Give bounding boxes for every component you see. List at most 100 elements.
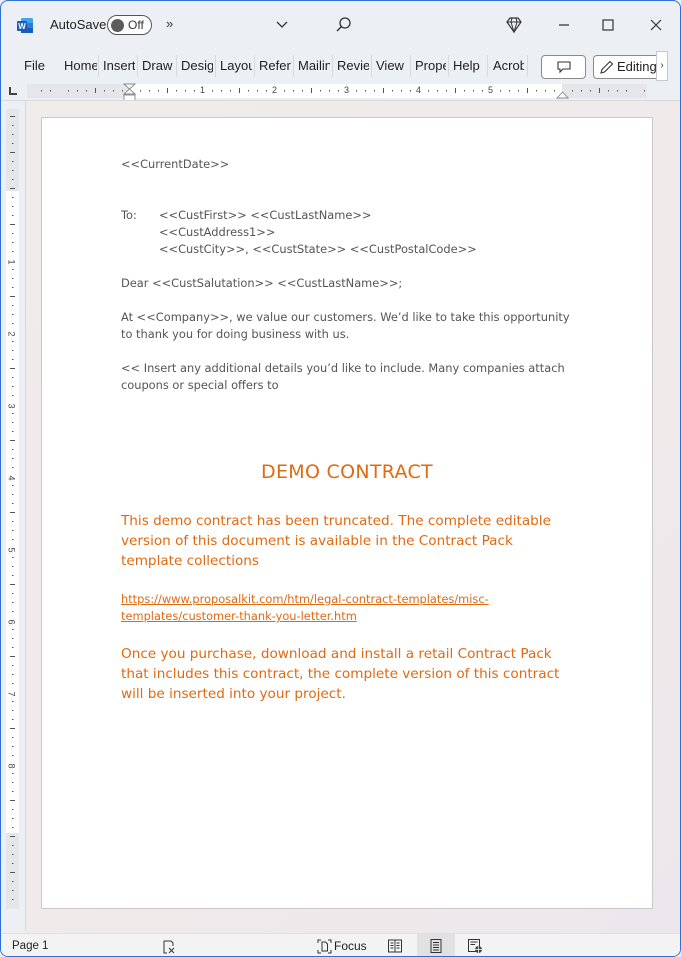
ruler-number: 7 <box>6 691 17 697</box>
ruler-tick <box>12 773 14 774</box>
ruler-tick <box>10 728 15 729</box>
ribbon-scroll-right-button[interactable]: › <box>656 51 668 81</box>
tab-mailings[interactable]: Mailings <box>298 57 330 75</box>
ruler-tick <box>12 422 14 423</box>
ruler-number: 3 <box>6 403 17 409</box>
ruler-tick <box>12 467 14 468</box>
title-bar: W AutoSave Off » <box>1 1 680 49</box>
current-date-field[interactable]: <<CurrentDate>> <box>121 156 229 173</box>
ruler-tick <box>12 818 14 819</box>
ruler-tick <box>12 395 14 396</box>
ruler-tick <box>320 90 321 92</box>
ruler-tick <box>158 90 159 92</box>
ruler-tick <box>12 557 14 558</box>
autosave-toggle[interactable]: Off <box>107 15 152 35</box>
print-layout-button[interactable] <box>417 934 455 956</box>
page-number-indicator[interactable]: Page 1 <box>12 940 48 952</box>
minimize-icon[interactable] <box>554 15 574 35</box>
maximize-icon[interactable] <box>598 15 618 35</box>
ruler-tick <box>12 251 14 252</box>
ruler-tick <box>12 845 14 846</box>
ruler-tick <box>392 90 393 92</box>
more-commands-button[interactable]: » <box>166 16 173 31</box>
ruler-tick <box>12 287 14 288</box>
ruler-tick <box>545 90 546 92</box>
ruler-tick <box>12 125 14 126</box>
ruler-tick <box>12 674 14 675</box>
body-paragraph-line[interactable]: << Insert any additional details you’d l… <box>121 360 565 377</box>
ruler-tick <box>12 314 14 315</box>
chevron-down-icon[interactable] <box>273 15 291 33</box>
ruler-tick <box>554 90 555 92</box>
autosave-label: AutoSave <box>50 17 107 32</box>
ruler-tick <box>12 755 14 756</box>
ruler-tick <box>12 602 14 603</box>
proofing-icon[interactable] <box>161 939 177 955</box>
demo-contract-title: DEMO CONTRACT <box>261 461 433 483</box>
ruler-number: 5 <box>488 85 494 95</box>
pencil-icon <box>600 60 614 74</box>
ruler-tick <box>365 90 366 92</box>
body-paragraph-line[interactable]: At <<Company>>, we value our customers. … <box>121 309 570 326</box>
horizontal-ruler[interactable]: 1 2 3 4 5 <box>1 83 680 102</box>
body-paragraph-line[interactable]: to thank you for doing business with us. <box>121 326 349 343</box>
ruler-tick <box>86 90 87 92</box>
ruler-tick <box>10 188 15 189</box>
tab-properties[interactable]: Properties <box>415 57 446 75</box>
ruler-number: 4 <box>6 475 17 481</box>
product-link[interactable]: templates/customer-thank-you-letter.htm <box>121 608 357 625</box>
ruler-tick <box>12 539 14 540</box>
tab-help[interactable]: Help <box>453 57 483 75</box>
demo-notice-line: template collections <box>121 553 259 569</box>
ruler-tick <box>12 494 14 495</box>
ruler-tick <box>10 296 15 297</box>
tab-home[interactable]: Home <box>64 57 97 75</box>
tab-review[interactable]: Review <box>337 57 369 75</box>
ruler-tick <box>12 854 14 855</box>
tab-references[interactable]: References <box>259 57 291 75</box>
comments-button[interactable] <box>541 55 586 79</box>
right-indent-marker[interactable] <box>556 89 569 99</box>
tab-view[interactable]: View <box>376 57 406 75</box>
diamond-icon[interactable] <box>504 15 524 35</box>
ruler-tick <box>599 88 600 93</box>
close-icon[interactable] <box>646 15 666 35</box>
ruler-tick <box>176 90 177 92</box>
address-line[interactable]: <<CustAddress1>> <box>159 224 275 241</box>
print-layout-icon <box>430 939 442 953</box>
salutation[interactable]: Dear <<CustSalutation>> <<CustLastName>>… <box>121 275 402 292</box>
ruler-tick <box>10 116 15 117</box>
editing-label: Editing <box>617 59 657 74</box>
ruler-tick <box>104 90 105 92</box>
ruler-tick <box>12 710 14 711</box>
ruler-tick <box>12 386 14 387</box>
ruler-tick <box>12 449 14 450</box>
ruler-tick <box>473 90 474 92</box>
read-mode-icon[interactable] <box>387 938 403 954</box>
ruler-tick <box>482 90 483 92</box>
ruler-tick <box>12 575 14 576</box>
tab-insert[interactable]: Insert <box>103 57 135 75</box>
ruler-tick <box>12 377 14 378</box>
product-link[interactable]: https://www.proposalkit.com/htm/legal-co… <box>121 591 489 608</box>
tab-divider <box>527 55 528 77</box>
ruler-tick <box>149 90 150 92</box>
tab-acrobat[interactable]: Acrobat <box>493 57 524 75</box>
ruler-tick <box>464 90 465 92</box>
editing-mode-button[interactable]: Editing <box>593 55 661 79</box>
address-line[interactable]: <<CustFirst>> <<CustLastName>> <box>159 207 371 224</box>
search-icon[interactable] <box>334 15 354 35</box>
ruler-number: 1 <box>6 259 17 265</box>
ruler-tick <box>95 88 96 93</box>
address-line[interactable]: <<CustCity>>, <<CustState>> <<CustPostal… <box>159 241 477 258</box>
tab-design[interactable]: Design <box>181 57 213 75</box>
tab-draw[interactable]: Draw <box>142 57 174 75</box>
tab-file[interactable]: File <box>24 57 46 75</box>
toggle-knob <box>111 19 124 32</box>
ruler-tick <box>68 90 69 92</box>
focus-label: Focus <box>334 939 367 953</box>
ruler-tick <box>248 90 249 92</box>
body-paragraph-line[interactable]: coupons or special offers to <box>121 377 279 394</box>
tab-layout[interactable]: Layout <box>220 57 252 75</box>
web-layout-icon[interactable] <box>467 938 483 954</box>
